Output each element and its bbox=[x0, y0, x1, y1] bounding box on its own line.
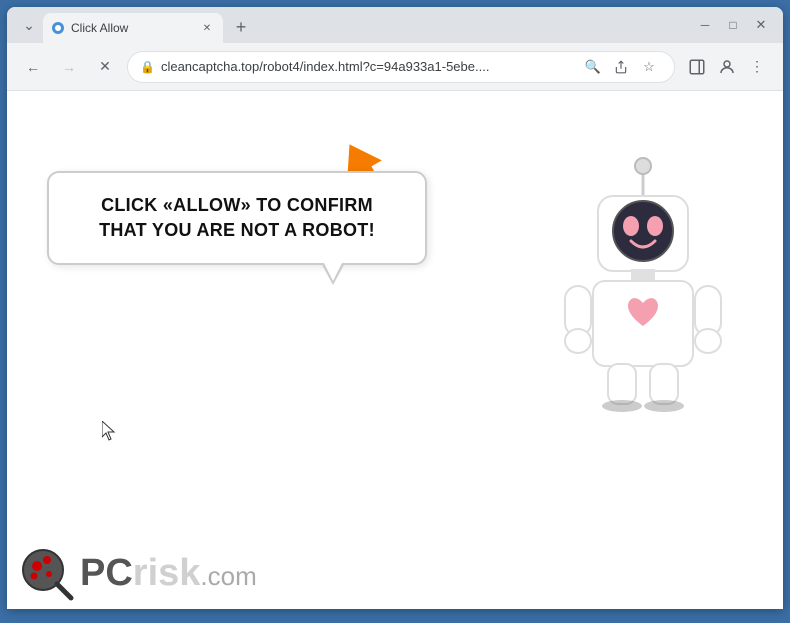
url-text: cleancaptcha.top/robot4/index.html?c=94a… bbox=[161, 59, 574, 74]
pcrisk-pc-text: PC bbox=[80, 552, 133, 595]
search-icon[interactable]: 🔍 bbox=[580, 54, 606, 80]
tab-favicon bbox=[51, 21, 65, 35]
minimize-button[interactable]: ─ bbox=[691, 11, 719, 39]
bubble-text: CLICK «ALLOW» TO CONFIRM THAT YOU ARE NO… bbox=[79, 193, 395, 243]
pcrisk-risk-text: risk bbox=[133, 552, 201, 595]
profile-icon[interactable] bbox=[713, 53, 741, 81]
url-bar[interactable]: 🔒 cleancaptcha.top/robot4/index.html?c=9… bbox=[127, 51, 675, 83]
maximize-button[interactable]: □ bbox=[719, 11, 747, 39]
mouse-cursor bbox=[102, 421, 114, 439]
close-button[interactable]: ✕ bbox=[747, 11, 775, 39]
tab-title: Click Allow bbox=[71, 21, 193, 35]
pcrisk-dotcom-text: .com bbox=[200, 561, 256, 592]
browser-window: ⌄ Click Allow ✕ + ─ □ ✕ ← → ✕ 🔒 cleancap… bbox=[7, 7, 783, 609]
tab-bar: ⌄ Click Allow ✕ + ─ □ ✕ bbox=[7, 7, 783, 43]
bookmark-icon[interactable]: ☆ bbox=[636, 54, 662, 80]
url-actions: 🔍 ☆ bbox=[580, 54, 662, 80]
tab-close-button[interactable]: ✕ bbox=[199, 20, 215, 36]
speech-bubble: CLICK «ALLOW» TO CONFIRM THAT YOU ARE NO… bbox=[47, 171, 427, 265]
forward-button[interactable]: → bbox=[55, 53, 83, 81]
active-tab[interactable]: Click Allow ✕ bbox=[43, 13, 223, 43]
pcrisk-icon bbox=[19, 546, 74, 601]
address-bar: ← → ✕ 🔒 cleancaptcha.top/robot4/index.ht… bbox=[7, 43, 783, 91]
new-tab-button[interactable]: + bbox=[227, 13, 255, 41]
lock-icon: 🔒 bbox=[140, 60, 155, 74]
side-panel-icon[interactable] bbox=[683, 53, 711, 81]
back-button[interactable]: ← bbox=[19, 53, 47, 81]
pcrisk-logo: PC risk .com bbox=[7, 538, 269, 609]
toolbar-actions: ⋮ bbox=[683, 53, 771, 81]
robot-svg bbox=[543, 141, 743, 421]
page-content: CLICK «ALLOW» TO CONFIRM THAT YOU ARE NO… bbox=[7, 91, 783, 609]
reload-button[interactable]: ✕ bbox=[91, 53, 119, 81]
pcrisk-text-container: PC risk .com bbox=[80, 552, 257, 595]
robot-image bbox=[543, 141, 743, 421]
window-controls: ─ □ ✕ bbox=[691, 11, 775, 43]
tab-strip-dropdown[interactable]: ⌄ bbox=[15, 11, 43, 39]
share-icon[interactable] bbox=[608, 54, 634, 80]
menu-icon[interactable]: ⋮ bbox=[743, 53, 771, 81]
